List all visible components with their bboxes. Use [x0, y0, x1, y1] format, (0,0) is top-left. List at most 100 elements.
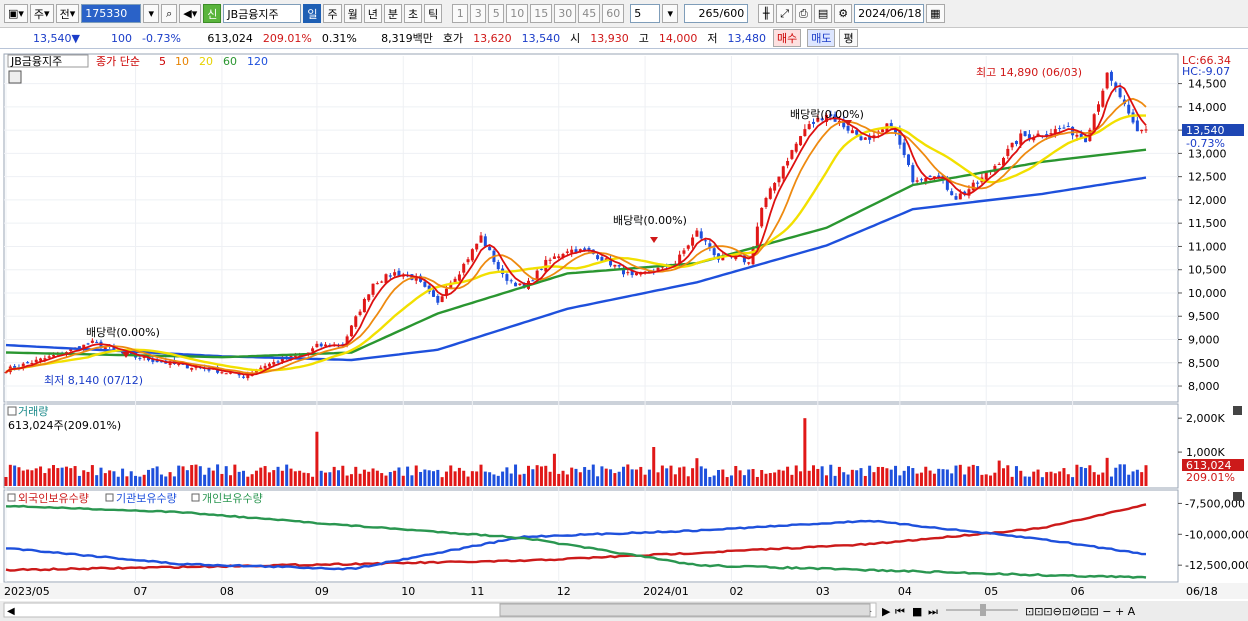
- period-button-3[interactable]: 년: [363, 4, 382, 23]
- multiplier-button-15[interactable]: 15: [530, 4, 553, 23]
- candle-body-144: [626, 272, 630, 274]
- period-button-4[interactable]: 분: [383, 4, 402, 23]
- chart-area[interactable]: 14,50014,00013,50013,00012,50012,00011,5…: [0, 50, 1248, 621]
- volume-bar-201: [872, 472, 876, 486]
- candle-body-246: [1066, 126, 1070, 128]
- multiplier-button-3[interactable]: 3: [470, 4, 487, 23]
- stop-icon[interactable]: ■: [912, 605, 922, 618]
- period-button-1[interactable]: 주: [323, 4, 342, 23]
- code-dropdown-icon[interactable]: ▾: [143, 4, 160, 23]
- hc-value: HC:-9.07: [1182, 65, 1230, 78]
- speaker-icon[interactable]: ◀▾: [179, 4, 202, 23]
- x-label-4: 10: [401, 585, 415, 598]
- volume-bar-131: [570, 467, 574, 486]
- volume-bar-199: [863, 475, 867, 486]
- volume-bar-222: [963, 474, 967, 486]
- search-icon[interactable]: ⌕: [161, 4, 178, 23]
- x-label-11: 05: [984, 585, 998, 598]
- volume-bar-90: [393, 470, 397, 486]
- volume-bar-15: [69, 468, 73, 486]
- save-icon[interactable]: ▤: [813, 4, 833, 23]
- print-icon[interactable]: ⎙: [795, 4, 812, 23]
- drawing-icon[interactable]: ⤢: [776, 4, 794, 23]
- calendar-icon[interactable]: ▦: [926, 4, 945, 23]
- volume-close-icon[interactable]: [1233, 406, 1242, 415]
- prev-button[interactable]: 전 ▾: [55, 4, 80, 23]
- buy-button[interactable]: 매수: [772, 29, 802, 47]
- multiplier-button-60[interactable]: 60: [602, 4, 625, 23]
- period-button-6[interactable]: 틱: [424, 4, 443, 23]
- candle-body-82: [358, 311, 362, 315]
- volume-bar-103: [449, 465, 453, 486]
- holdings-legend-1: 기관보유수량: [116, 492, 177, 505]
- candle-body-233: [1010, 142, 1014, 148]
- annotation-low: 최저 8,140 (07/12): [44, 374, 143, 387]
- candle-body-99: [432, 290, 435, 297]
- candle-body-137: [596, 255, 600, 260]
- scroll-left-icon[interactable]: ◀: [7, 606, 15, 617]
- legend-item-4: 60: [223, 55, 237, 68]
- volume-bar-250: [1084, 468, 1088, 486]
- market-select[interactable]: 주 ▾: [29, 4, 54, 23]
- volume-bar-209: [907, 466, 910, 486]
- sell-button[interactable]: 매도: [807, 29, 836, 47]
- eval-button[interactable]: 평: [839, 29, 858, 47]
- volume-bar-108: [470, 471, 474, 486]
- grid-toggle-icon[interactable]: [8, 70, 22, 84]
- candle-body-220: [954, 196, 958, 200]
- date-input[interactable]: 2024/06/18: [854, 4, 925, 23]
- volume-bar-178: [773, 472, 777, 486]
- code-input[interactable]: 175330: [81, 4, 142, 23]
- period-buttons: 일주월년분초틱: [303, 4, 443, 23]
- volume-bar-142: [617, 471, 621, 486]
- credit-badge[interactable]: 신: [203, 4, 222, 23]
- volume-bar-162: [704, 468, 708, 486]
- x-label-0: 2023/05: [4, 585, 50, 598]
- multiplier-button-5[interactable]: 5: [488, 4, 505, 23]
- layout-icon[interactable]: ▣▾: [4, 4, 28, 23]
- multiplier-input[interactable]: 5: [630, 4, 661, 23]
- price-tick-label-8: 10,500: [1188, 264, 1227, 277]
- candle-body-178: [773, 183, 777, 191]
- bid-label: 호가: [442, 32, 464, 45]
- volume-bar-217: [941, 469, 945, 486]
- volume-bar-245: [1062, 468, 1066, 486]
- gear-icon[interactable]: ⚙: [834, 4, 853, 23]
- multiplier-dropdown-icon[interactable]: ▾: [662, 4, 679, 23]
- open-price: 13,930: [590, 31, 629, 45]
- volume-bar-95: [414, 465, 418, 486]
- legend-item-5: 120: [247, 55, 268, 68]
- prev-label: 전: [59, 7, 70, 21]
- scrollbar-thumb[interactable]: [499, 603, 871, 617]
- indicator-icon[interactable]: ╫: [758, 4, 775, 23]
- candle-body-72: [315, 343, 319, 348]
- rewind-icon[interactable]: ⏮: [895, 605, 905, 618]
- volume-bar-32: [142, 474, 146, 486]
- candle-body-176: [764, 198, 768, 208]
- multiplier-button-10[interactable]: 10: [506, 4, 529, 23]
- forward-icon[interactable]: ⏭: [928, 605, 938, 618]
- zoom-slider-handle[interactable]: [980, 604, 986, 616]
- multiplier-button-45[interactable]: 45: [578, 4, 601, 23]
- play-right-icon[interactable]: ▶: [882, 605, 891, 618]
- multiplier-button-30[interactable]: 30: [554, 4, 577, 23]
- candle-body-50: [220, 372, 224, 374]
- period-button-2[interactable]: 월: [343, 4, 362, 23]
- volume-bar-238: [1032, 471, 1036, 486]
- volume-bar-105: [457, 467, 461, 486]
- volume-bar-186: [807, 470, 811, 486]
- period-button-5[interactable]: 초: [403, 4, 423, 23]
- volume-bar-33: [147, 469, 150, 486]
- multiplier-button-1[interactable]: 1: [452, 4, 469, 23]
- tool-icons[interactable]: ⊡⊡⊡⊖⊡⊘⊡⊡ − + A: [1025, 605, 1136, 618]
- candle-body-127: [552, 256, 556, 259]
- candle-body-158: [686, 245, 690, 249]
- volume-bar-205: [889, 469, 893, 486]
- holdings-close-icon[interactable]: [1233, 492, 1242, 501]
- volume-bar-240: [1040, 477, 1044, 486]
- period-button-0[interactable]: 일: [303, 4, 322, 23]
- count-field[interactable]: 265/600: [684, 4, 749, 23]
- volume-bar-167: [725, 477, 729, 486]
- candle-body-141: [613, 264, 617, 267]
- volume-bar-237: [1027, 476, 1031, 486]
